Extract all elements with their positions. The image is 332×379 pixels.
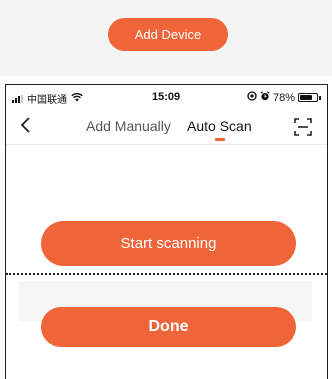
tab-auto-scan[interactable]: Auto Scan — [187, 118, 252, 134]
alarm-icon — [260, 91, 270, 104]
scan-icon[interactable] — [293, 117, 313, 137]
status-right: 78% — [247, 91, 321, 104]
done-button[interactable]: Done — [41, 307, 296, 347]
battery-icon — [298, 93, 318, 102]
nav-bar: Add Manually Auto Scan — [6, 109, 327, 145]
carrier-label: 中国联通 — [27, 95, 67, 106]
start-scanning-button[interactable]: Start scanning — [41, 221, 296, 266]
active-tab-indicator — [215, 138, 225, 141]
wifi-icon — [71, 92, 83, 105]
status-left: 中国联通 — [12, 91, 83, 106]
add-device-button[interactable]: Add Device — [108, 18, 228, 51]
battery-percent: 78% — [272, 91, 295, 104]
status-time: 15:09 — [152, 91, 181, 103]
battery-tip — [319, 95, 321, 100]
status-bar: 中国联通 15:09 78% — [6, 85, 327, 109]
dotted-divider — [6, 273, 327, 275]
tab-add-manually[interactable]: Add Manually — [86, 118, 171, 134]
signal-icon — [12, 94, 24, 103]
phone-screen: 中国联通 15:09 78% Add Manually Auto Scan St… — [5, 84, 328, 379]
back-icon[interactable] — [18, 115, 34, 135]
location-lock-icon — [247, 91, 257, 104]
top-panel: Add Device — [0, 0, 332, 76]
